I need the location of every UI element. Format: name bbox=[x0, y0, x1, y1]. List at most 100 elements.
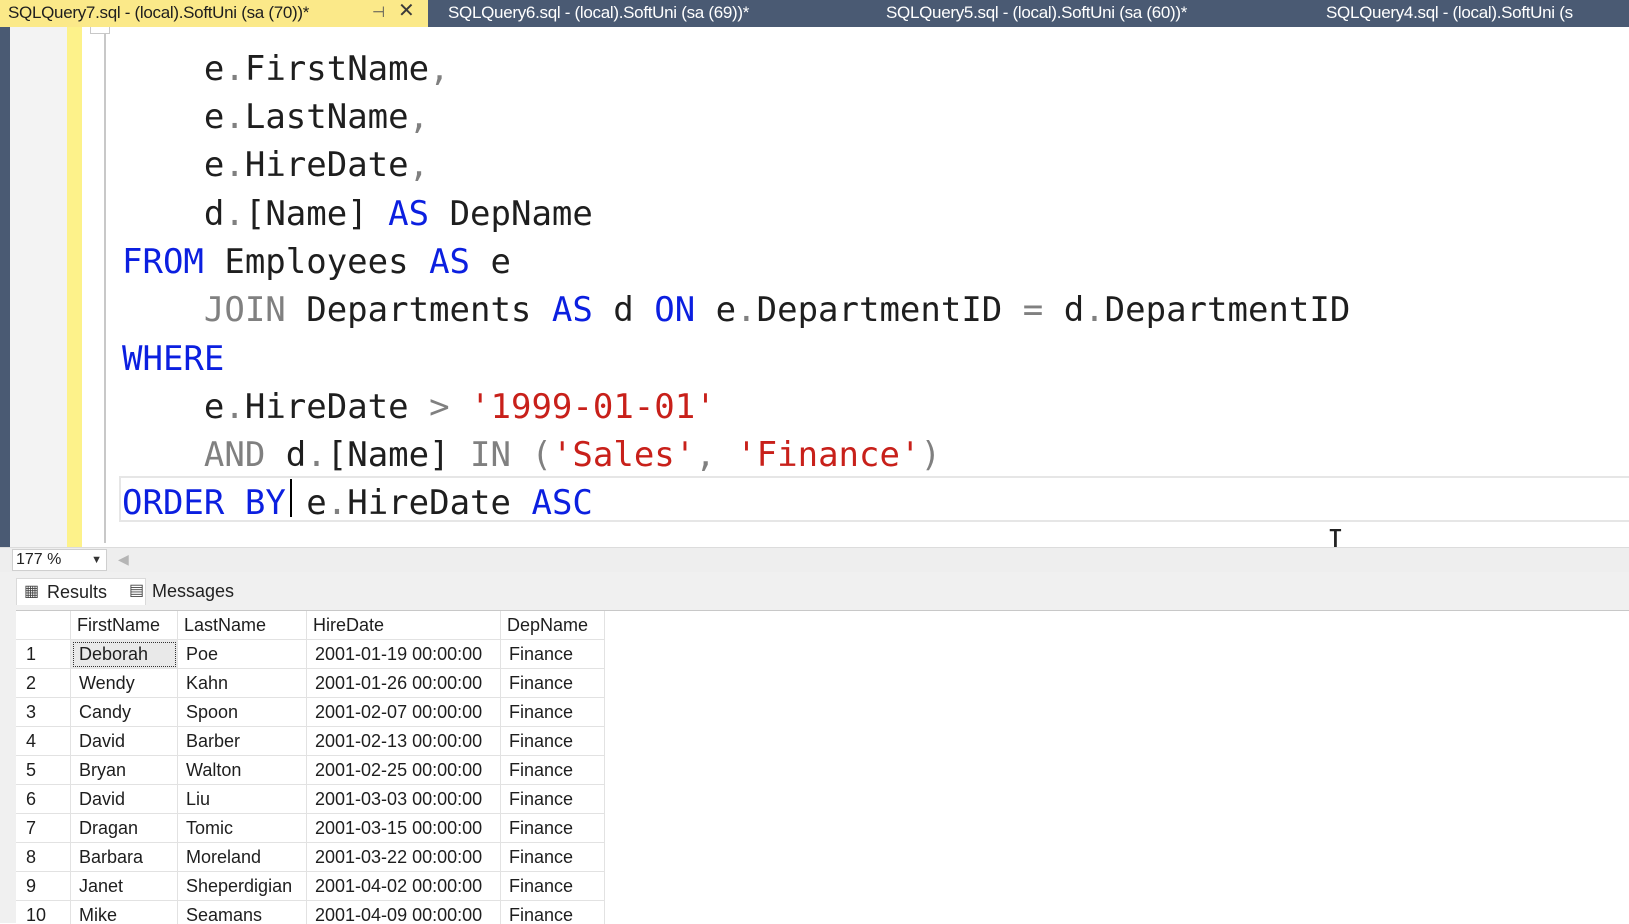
cell-firstname[interactable]: Dragan bbox=[71, 814, 178, 843]
cell-hiredate[interactable]: 2001-01-26 00:00:00 bbox=[307, 669, 501, 698]
cell-firstname[interactable]: Janet bbox=[71, 872, 178, 901]
row-number[interactable]: 2 bbox=[16, 669, 71, 698]
results-grid[interactable]: FirstName LastName HireDate DepName 1Deb… bbox=[16, 610, 1629, 924]
zoom-bar: 177 % ▼ ◀ bbox=[0, 547, 1629, 572]
cell-depname[interactable]: Finance bbox=[501, 669, 605, 698]
row-number[interactable]: 3 bbox=[16, 698, 71, 727]
table-row[interactable]: 6DavidLiu2001-03-03 00:00:00Finance bbox=[16, 785, 605, 814]
cell-depname[interactable]: Finance bbox=[501, 727, 605, 756]
row-number[interactable]: 1 bbox=[16, 640, 71, 669]
cell-firstname[interactable]: Barbara bbox=[71, 843, 178, 872]
cell-lastname[interactable]: Barber bbox=[178, 727, 307, 756]
messages-icon: ▤ bbox=[129, 578, 144, 604]
table-row[interactable]: 10MikeSeamans2001-04-09 00:00:00Finance bbox=[16, 901, 605, 924]
row-number[interactable]: 5 bbox=[16, 756, 71, 785]
tab-sqlquery7[interactable]: SQLQuery7.sql - (local).SoftUni (sa (70)… bbox=[0, 0, 428, 27]
table-row[interactable]: 7DraganTomic2001-03-15 00:00:00Finance bbox=[16, 814, 605, 843]
results-table: FirstName LastName HireDate DepName 1Deb… bbox=[16, 611, 605, 924]
table-row[interactable]: 5BryanWalton2001-02-25 00:00:00Finance bbox=[16, 756, 605, 785]
code-line-2: e.LastName, bbox=[122, 92, 429, 142]
row-number[interactable]: 9 bbox=[16, 872, 71, 901]
cell-hiredate[interactable]: 2001-02-07 00:00:00 bbox=[307, 698, 501, 727]
row-number[interactable]: 4 bbox=[16, 727, 71, 756]
table-row[interactable]: 1DeborahPoe2001-01-19 00:00:00Finance bbox=[16, 640, 605, 669]
zoom-dropdown[interactable]: 177 % ▼ bbox=[12, 549, 107, 571]
table-row[interactable]: 8BarbaraMoreland2001-03-22 00:00:00Finan… bbox=[16, 843, 605, 872]
code-line-10: ORDER BY e.HireDate ASC bbox=[122, 478, 593, 528]
outline-line bbox=[104, 33, 106, 543]
row-number[interactable]: 10 bbox=[16, 901, 71, 924]
results-tab-label: Results bbox=[47, 582, 107, 602]
tab-messages[interactable]: ▤ Messages bbox=[122, 578, 270, 604]
tab-label: SQLQuery6.sql - (local).SoftUni (sa (69)… bbox=[448, 3, 749, 22]
column-header-depname[interactable]: DepName bbox=[501, 611, 605, 640]
cell-depname[interactable]: Finance bbox=[501, 814, 605, 843]
cell-lastname[interactable]: Seamans bbox=[178, 901, 307, 924]
table-row[interactable]: 9JanetSheperdigian2001-04-02 00:00:00Fin… bbox=[16, 872, 605, 901]
code-line-9: AND d.[Name] IN ('Sales', 'Finance') bbox=[122, 430, 941, 480]
row-number-header[interactable] bbox=[16, 611, 71, 640]
grid-icon: ▦ bbox=[24, 579, 39, 605]
outline-collapse-box[interactable] bbox=[90, 27, 110, 34]
code-line-3: e.HireDate, bbox=[122, 140, 429, 190]
change-tracking-bar bbox=[67, 27, 82, 547]
cell-lastname[interactable]: Walton bbox=[178, 756, 307, 785]
cell-firstname[interactable]: David bbox=[71, 785, 178, 814]
messages-tab-label: Messages bbox=[152, 581, 234, 601]
cell-hiredate[interactable]: 2001-01-19 00:00:00 bbox=[307, 640, 501, 669]
cell-firstname[interactable]: Bryan bbox=[71, 756, 178, 785]
cell-depname[interactable]: Finance bbox=[501, 640, 605, 669]
cell-hiredate[interactable]: 2001-02-13 00:00:00 bbox=[307, 727, 501, 756]
pin-icon[interactable]: ⊣ bbox=[372, 0, 385, 25]
tab-label: SQLQuery4.sql - (local).SoftUni (s bbox=[1326, 3, 1573, 22]
column-header-firstname[interactable]: FirstName bbox=[71, 611, 178, 640]
cell-hiredate[interactable]: 2001-03-15 00:00:00 bbox=[307, 814, 501, 843]
cell-hiredate[interactable]: 2001-03-03 00:00:00 bbox=[307, 785, 501, 814]
cell-lastname[interactable]: Liu bbox=[178, 785, 307, 814]
results-pane: ▦ Results ▤ Messages FirstName LastName … bbox=[0, 572, 1629, 923]
cell-firstname[interactable]: Deborah bbox=[71, 640, 178, 669]
tab-sqlquery5[interactable]: SQLQuery5.sql - (local).SoftUni (sa (60)… bbox=[878, 0, 1306, 27]
cell-lastname[interactable]: Sheperdigian bbox=[178, 872, 307, 901]
column-header-lastname[interactable]: LastName bbox=[178, 611, 307, 640]
cell-depname[interactable]: Finance bbox=[501, 901, 605, 924]
tab-label: SQLQuery5.sql - (local).SoftUni (sa (60)… bbox=[886, 3, 1187, 22]
cell-depname[interactable]: Finance bbox=[501, 785, 605, 814]
cell-hiredate[interactable]: 2001-02-25 00:00:00 bbox=[307, 756, 501, 785]
table-row[interactable]: 2WendyKahn2001-01-26 00:00:00Finance bbox=[16, 669, 605, 698]
chevron-down-icon[interactable]: ▼ bbox=[91, 550, 102, 570]
table-row[interactable]: 4DavidBarber2001-02-13 00:00:00Finance bbox=[16, 727, 605, 756]
code-line-4: d.[Name] AS DepName bbox=[122, 189, 593, 239]
table-row[interactable]: 3CandySpoon2001-02-07 00:00:00Finance bbox=[16, 698, 605, 727]
cell-firstname[interactable]: David bbox=[71, 727, 178, 756]
code-line-8: e.HireDate > '1999-01-01' bbox=[122, 382, 716, 432]
scroll-left-icon[interactable]: ◀ bbox=[118, 551, 129, 568]
cell-depname[interactable]: Finance bbox=[501, 756, 605, 785]
cell-firstname[interactable]: Mike bbox=[71, 901, 178, 924]
row-number[interactable]: 8 bbox=[16, 843, 71, 872]
cell-lastname[interactable]: Kahn bbox=[178, 669, 307, 698]
cell-hiredate[interactable]: 2001-03-22 00:00:00 bbox=[307, 843, 501, 872]
cell-hiredate[interactable]: 2001-04-02 00:00:00 bbox=[307, 872, 501, 901]
cell-lastname[interactable]: Spoon bbox=[178, 698, 307, 727]
text-caret bbox=[290, 479, 292, 517]
cell-depname[interactable]: Finance bbox=[501, 698, 605, 727]
row-number[interactable]: 7 bbox=[16, 814, 71, 843]
close-icon[interactable]: ✕ bbox=[398, 0, 414, 24]
cell-lastname[interactable]: Moreland bbox=[178, 843, 307, 872]
cell-lastname[interactable]: Tomic bbox=[178, 814, 307, 843]
tab-sqlquery6[interactable]: SQLQuery6.sql - (local).SoftUni (sa (69)… bbox=[440, 0, 868, 27]
query-editor[interactable]: e.FirstName, e.LastName, e.HireDate, d.[… bbox=[0, 27, 1629, 547]
cell-depname[interactable]: Finance bbox=[501, 843, 605, 872]
document-tab-bar: SQLQuery7.sql - (local).SoftUni (sa (70)… bbox=[0, 0, 1629, 27]
tab-sqlquery4[interactable]: SQLQuery4.sql - (local).SoftUni (s bbox=[1318, 0, 1629, 27]
cell-firstname[interactable]: Candy bbox=[71, 698, 178, 727]
ibeam-cursor-icon: I bbox=[1327, 523, 1344, 547]
column-header-hiredate[interactable]: HireDate bbox=[307, 611, 501, 640]
cell-firstname[interactable]: Wendy bbox=[71, 669, 178, 698]
row-number[interactable]: 6 bbox=[16, 785, 71, 814]
cell-depname[interactable]: Finance bbox=[501, 872, 605, 901]
cell-lastname[interactable]: Poe bbox=[178, 640, 307, 669]
cell-hiredate[interactable]: 2001-04-09 00:00:00 bbox=[307, 901, 501, 924]
header-row: FirstName LastName HireDate DepName bbox=[16, 611, 605, 640]
